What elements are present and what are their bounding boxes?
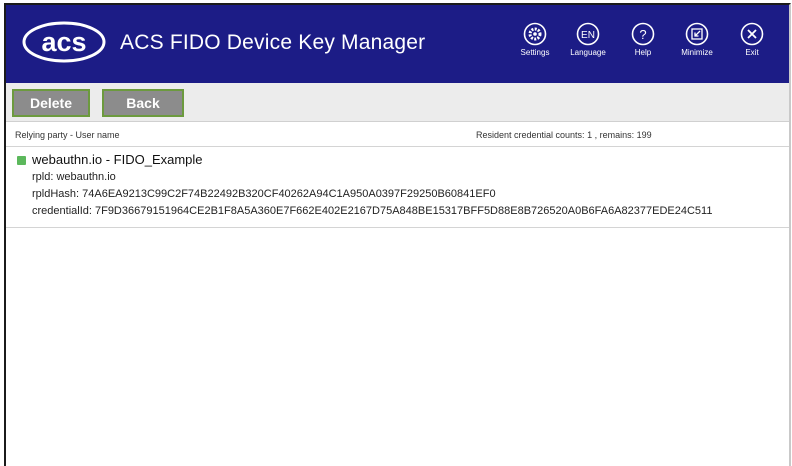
exit-button[interactable]: Exit	[727, 22, 777, 66]
column-relying-party: Relying party - User name	[15, 130, 120, 140]
close-icon	[740, 22, 764, 46]
settings-label: Settings	[520, 48, 550, 57]
credential-list: webauthn.io - FIDO_Example rpld: webauth…	[6, 147, 789, 466]
entry-rpid: rpld: webauthn.io	[32, 171, 116, 183]
acs-logo: acs	[22, 21, 106, 63]
checkbox-checked[interactable]	[17, 156, 26, 165]
minimize-icon	[685, 22, 709, 46]
app-window: acs ACS FIDO Device Key Manager Settings…	[4, 3, 791, 466]
exit-label: Exit	[745, 48, 759, 57]
language-icon: EN	[576, 22, 600, 46]
language-icon-text: EN	[581, 30, 595, 41]
minimize-button[interactable]: Minimize	[672, 22, 722, 66]
app-title: ACS FIDO Device Key Manager	[120, 31, 426, 54]
gear-icon	[523, 22, 547, 46]
back-button[interactable]: Back	[102, 89, 184, 117]
help-button[interactable]: ? Help	[618, 22, 668, 66]
help-icon-text: ?	[639, 27, 646, 42]
language-label: Language	[570, 48, 606, 57]
list-item[interactable]: webauthn.io - FIDO_Example rpld: webauth…	[6, 149, 789, 228]
settings-button[interactable]: Settings	[510, 22, 560, 66]
credential-count: Resident credential counts: 1 , remains:…	[476, 130, 652, 140]
entry-title: webauthn.io - FIDO_Example	[32, 152, 203, 167]
entry-credential-id: credentialId: 7F9D36679151964CE2B1F8A5A3…	[32, 205, 713, 217]
help-icon: ?	[631, 22, 655, 46]
entry-rpid-hash: rpldHash: 74A6EA9213C99C2F74B22492B320CF…	[32, 188, 496, 200]
minimize-label: Minimize	[681, 48, 713, 57]
logo-text: acs	[41, 27, 86, 57]
language-button[interactable]: EN Language	[563, 22, 613, 66]
header-bar: acs ACS FIDO Device Key Manager Settings…	[6, 5, 789, 83]
help-label: Help	[634, 48, 652, 57]
list-header: Relying party - User name Resident crede…	[6, 122, 789, 147]
toolbar: Delete Back	[6, 83, 789, 122]
delete-button[interactable]: Delete	[12, 89, 90, 117]
